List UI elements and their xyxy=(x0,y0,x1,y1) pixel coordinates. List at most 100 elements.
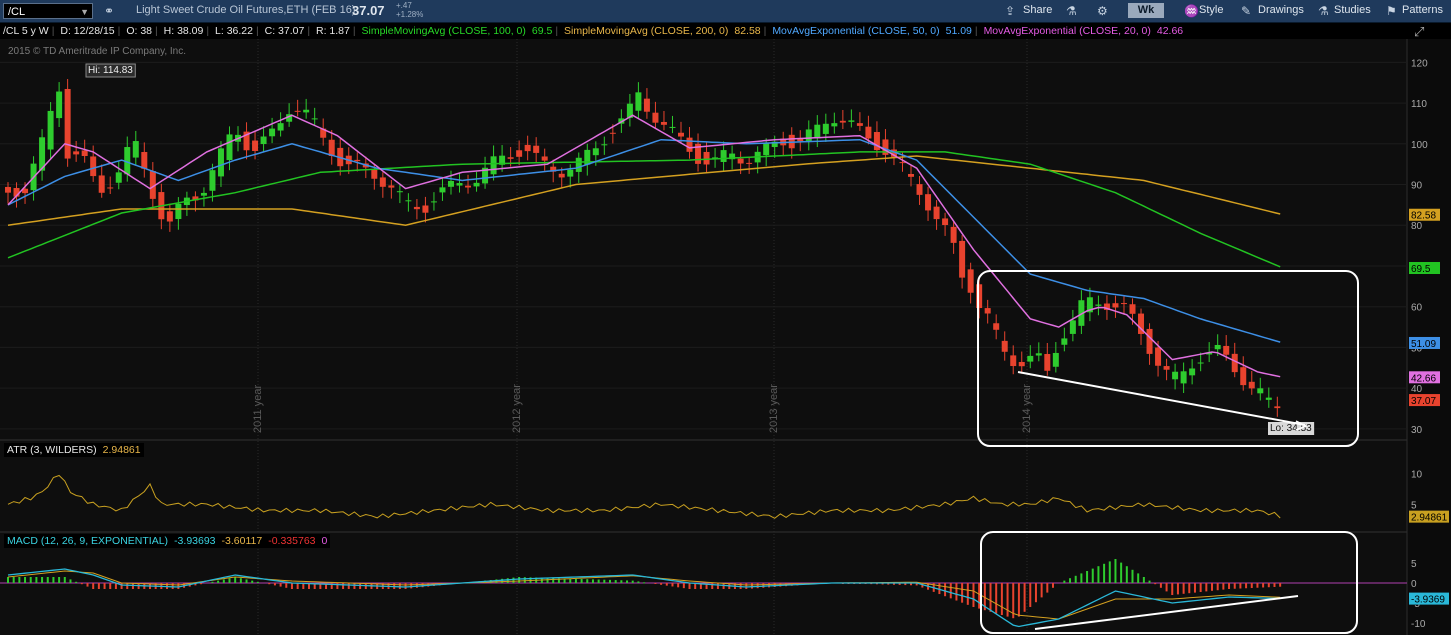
macd-histogram-bar xyxy=(1273,583,1276,587)
candle-body xyxy=(226,134,233,161)
macd-value: -3.93693 xyxy=(174,535,216,547)
macd-value-label: -3.9369 xyxy=(1411,595,1445,606)
value-label: 69.5 xyxy=(1411,264,1431,275)
studies-button[interactable]: Studies xyxy=(1334,4,1371,16)
ema50-value: 51.09 xyxy=(945,25,972,37)
macd-histogram-bar xyxy=(597,579,600,583)
macd-histogram-bar xyxy=(211,581,214,583)
macd-histogram-bar xyxy=(1279,583,1282,587)
macd-histogram-bar xyxy=(1017,583,1020,617)
macd-histogram-bar xyxy=(995,583,998,614)
candle-body xyxy=(1163,366,1170,370)
atr-header: ATR (3, WILDERS) 2.94861 xyxy=(4,443,144,457)
candle-body xyxy=(533,145,540,153)
link-icon[interactable]: ⚭ xyxy=(104,4,114,18)
macd-histogram-bar xyxy=(1239,583,1242,589)
share-button[interactable]: Share xyxy=(1023,4,1052,16)
patterns-icon[interactable]: ⚑ xyxy=(1386,4,1397,18)
flask-icon[interactable]: ⚗ xyxy=(1066,4,1077,18)
drawings-button[interactable]: Drawings xyxy=(1258,4,1304,16)
symbol-input[interactable]: /CL ▼ xyxy=(3,3,93,19)
candle-body xyxy=(1274,406,1281,409)
macd-histogram-bar xyxy=(336,583,339,589)
candle-body xyxy=(1172,371,1179,380)
share-icon[interactable]: ⇪ xyxy=(1005,4,1015,18)
price-tick-label: 120 xyxy=(1411,58,1428,69)
macd-histogram-bar xyxy=(92,583,95,589)
candle-body xyxy=(1248,381,1255,389)
macd-histogram-bar xyxy=(80,583,83,585)
flask-icon-2[interactable]: ⚗ xyxy=(1318,4,1329,18)
macd-histogram-bar xyxy=(7,577,9,583)
macd-histogram-bar xyxy=(603,579,606,583)
candle-body xyxy=(107,187,114,189)
macd-histogram-bar xyxy=(1034,583,1037,603)
ema50-label[interactable]: MovAvgExponential (CLOSE, 50, 0) xyxy=(769,23,942,39)
candle-body xyxy=(669,126,676,128)
macd-histogram-bar xyxy=(171,583,174,589)
macd-histogram-bar xyxy=(1051,583,1054,588)
candle-body xyxy=(1223,345,1230,355)
style-button[interactable]: Style xyxy=(1199,4,1223,16)
maximize-icon[interactable]: ⤢ xyxy=(1414,24,1424,40)
candle-body xyxy=(831,123,838,127)
macd-histogram-bar xyxy=(569,578,572,583)
macd-histogram-bar xyxy=(279,583,282,587)
macd-histogram-bar xyxy=(35,577,38,583)
candle-body xyxy=(1155,347,1162,366)
candle-body xyxy=(908,173,915,177)
candle-body xyxy=(686,137,693,152)
candle-body xyxy=(609,132,616,134)
patterns-button[interactable]: Patterns xyxy=(1402,4,1443,16)
info-range: R: 1.87 xyxy=(315,25,350,37)
top-toolbar: /CL ▼ ⚭ Light Sweet Crude Oil Futures,ETH… xyxy=(0,0,1451,23)
candle-body xyxy=(473,182,480,187)
ema20-label[interactable]: MovAvgExponential (CLOSE, 20, 0) xyxy=(981,23,1154,39)
style-icon[interactable]: ♒ xyxy=(1184,4,1199,18)
candle-body xyxy=(925,194,932,211)
year-label: 2012 year xyxy=(511,384,523,433)
sma100-label[interactable]: SimpleMovingAvg (CLOSE, 100, 0) xyxy=(359,23,529,39)
sma200-label[interactable]: SimpleMovingAvg (CLOSE, 200, 0) xyxy=(561,23,731,39)
macd-label[interactable]: MACD (12, 26, 9, EXPONENTIAL) xyxy=(4,535,171,547)
candle-body xyxy=(984,308,991,314)
macd-histogram-bar xyxy=(586,579,589,583)
candle-body xyxy=(660,121,667,125)
candle-body xyxy=(456,183,463,186)
macd-histogram-bar xyxy=(1074,575,1077,583)
macd-histogram-bar xyxy=(966,583,969,605)
macd-histogram-bar xyxy=(46,577,49,583)
candle-body xyxy=(1112,303,1119,308)
macd-histogram-bar xyxy=(660,583,663,585)
candle-body xyxy=(839,120,846,123)
change-pct: +1.28% xyxy=(396,10,424,19)
atr-value-label: 2.94861 xyxy=(1411,513,1448,524)
value-label: 82.58 xyxy=(1411,211,1436,222)
macd-histogram-bar xyxy=(512,577,515,583)
macd-histogram-bar xyxy=(1193,583,1196,593)
macd-histogram-bar xyxy=(1091,568,1094,583)
chevron-down-icon[interactable]: ▼ xyxy=(80,4,89,20)
candle-body xyxy=(856,123,863,126)
gear-icon[interactable]: ⚙ xyxy=(1097,4,1108,18)
atr-tick-label: 10 xyxy=(1411,469,1423,480)
sma100-value: 69.5 xyxy=(531,25,553,37)
value-label: 51.09 xyxy=(1411,339,1436,350)
macd-histogram-bar xyxy=(1176,583,1179,595)
atr-label[interactable]: ATR (3, WILDERS) xyxy=(4,444,100,456)
macd-histogram-bar xyxy=(750,583,753,589)
candle-body xyxy=(848,120,855,122)
candle-body xyxy=(98,175,105,193)
macd-histogram-bar xyxy=(1069,578,1072,583)
macd-histogram-bar xyxy=(961,583,964,603)
macd-histogram-bar xyxy=(1125,566,1128,583)
pencil-icon[interactable]: ✎ xyxy=(1241,4,1251,18)
timeframe-button[interactable]: Wk xyxy=(1128,3,1164,18)
macd-histogram-bar xyxy=(1040,583,1043,598)
macd-histogram-bar xyxy=(228,578,231,583)
candle-body xyxy=(1265,397,1272,400)
macd-histogram-bar xyxy=(552,578,555,583)
price-tick-label: 60 xyxy=(1411,303,1423,314)
candle-body xyxy=(822,123,829,134)
candle-body xyxy=(277,123,284,131)
